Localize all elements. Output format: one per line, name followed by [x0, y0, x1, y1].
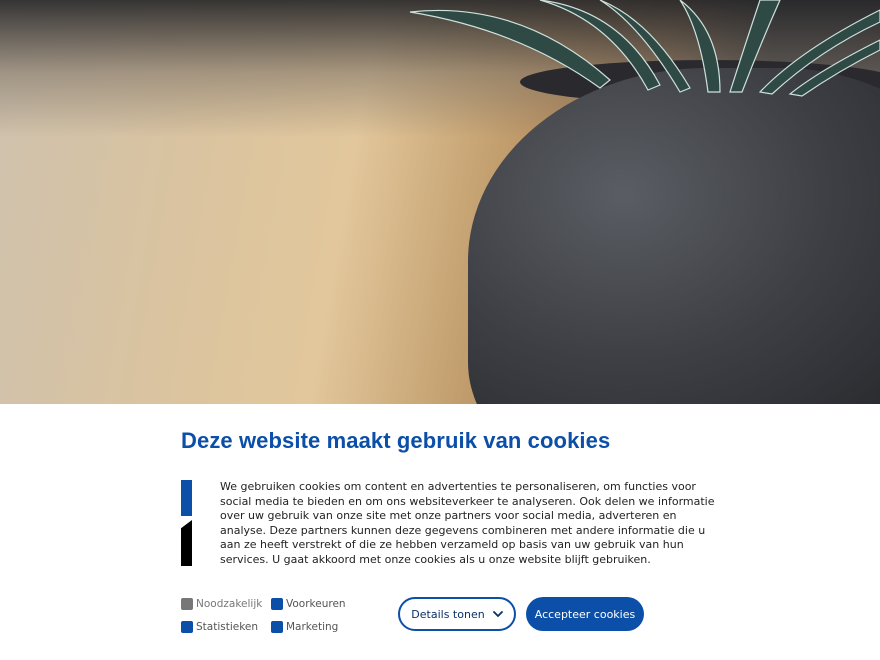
checkbox-icon[interactable] [181, 598, 193, 610]
consent-label: Statistieken [196, 621, 259, 633]
checkbox-icon[interactable] [271, 621, 283, 633]
details-button[interactable]: Details tonen [398, 597, 516, 631]
consent-label: Marketing [286, 621, 339, 633]
consent-marketing[interactable]: Marketing [271, 621, 338, 633]
cookie-banner-title: Deze website maakt gebruik van cookies [181, 428, 611, 453]
consent-noodzakelijk[interactable]: Noodzakelijk [181, 598, 262, 610]
brand-logo-icon [181, 480, 193, 566]
plant-leaves [409, 0, 880, 97]
details-button-label: Details tonen [411, 607, 485, 621]
accept-button-label: Accepteer cookies [534, 607, 636, 621]
cookie-description: We gebruiken cookies om content en adver… [220, 480, 715, 566]
checkbox-icon[interactable] [181, 621, 193, 633]
accept-cookies-button[interactable]: Accepteer cookies [526, 597, 644, 631]
checkbox-icon[interactable] [271, 598, 283, 610]
cookie-consent-banner: Deze website maakt gebruik van cookies W… [0, 404, 880, 660]
chevron-down-icon [492, 610, 503, 617]
consent-voorkeuren[interactable]: Voorkeuren [271, 598, 346, 610]
consent-label: Voorkeuren [286, 598, 346, 610]
consent-label: Noodzakelijk [196, 598, 263, 610]
plant-pot [468, 68, 880, 404]
consent-statistieken[interactable]: Statistieken [181, 621, 258, 633]
hero-image [0, 0, 880, 404]
